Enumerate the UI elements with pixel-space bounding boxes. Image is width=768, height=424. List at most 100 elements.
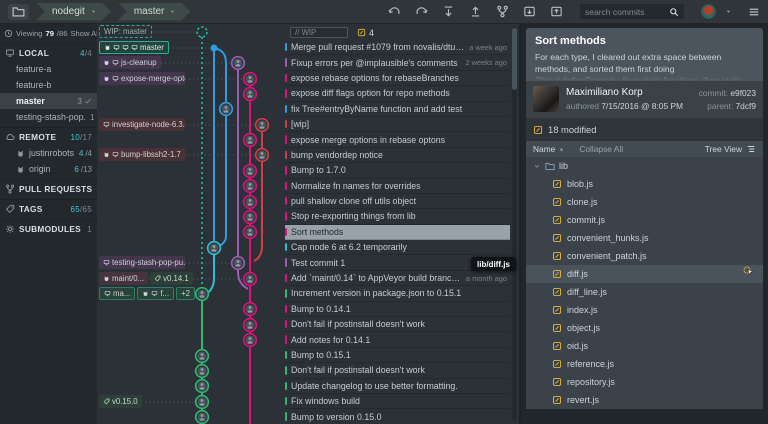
commit-row[interactable]: Bump to 0.14.1 [285, 302, 510, 318]
commit-row[interactable]: expose rebase options for rebaseBranches [285, 71, 510, 87]
tree-file-index-js[interactable]: index.js [526, 301, 763, 319]
commit-row[interactable]: Add notes for 0.14.1 [285, 332, 510, 348]
modified-icon [552, 305, 562, 315]
branch-label-expose-merge-opto-[interactable]: expose-merge-opto.. [99, 72, 185, 85]
pull-icon[interactable] [442, 5, 455, 18]
branch-color-tick [285, 289, 287, 298]
section-header[interactable]: PULL REQUESTS18 [0, 181, 97, 197]
tree-file-revert-js[interactable]: revert.js [526, 391, 763, 409]
viewing-filter[interactable]: Viewing 79/86 Show All [0, 26, 97, 41]
branch-label-bump-libssh2-1-7[interactable]: bump-libssh2-1.7 [99, 148, 185, 161]
tree-file-blob-js[interactable]: blob.js [526, 175, 763, 193]
commit-row[interactable]: Bump to 1.7.0 [285, 163, 510, 179]
sidebar-section-pull-requests: PULL REQUESTS18 [0, 179, 97, 197]
sidebar-item-justinrobots[interactable]: justinrobots 4/4 [0, 145, 97, 161]
tree-file-commit-js[interactable]: commit.js [526, 211, 763, 229]
section-header[interactable]: SUBMODULES 1 [0, 221, 97, 237]
sidebar-item-feature-b[interactable]: feature-b [0, 77, 97, 93]
section-header[interactable]: REMOTE 10/17 [0, 129, 97, 145]
section-header[interactable]: LOCAL 4/4 [0, 45, 97, 61]
commit-row[interactable]: Normalize fn names for overrides [285, 179, 510, 194]
repo-tab[interactable]: nodegit [36, 3, 111, 21]
octocat-icon [143, 291, 148, 296]
branch-label-investigate-node-6-3-[interactable]: investigate-node-6.3... [99, 118, 185, 131]
tree-file-repository-js[interactable]: repository.js [526, 373, 763, 391]
branch-icon[interactable] [496, 5, 509, 18]
tree-file-object-js[interactable]: object.js [526, 319, 763, 337]
sidebar-item-feature-a[interactable]: feature-a [0, 61, 97, 77]
branch-label-f-[interactable]: f... [137, 287, 175, 300]
commit-row[interactable]: bump vendordep notice [285, 148, 510, 164]
branch-label-v0-14-1[interactable]: v0.14.1 [150, 272, 193, 285]
commit-row[interactable]: Add `maint/0.14` to AppVeyor build branc… [285, 271, 510, 287]
branch-label-master[interactable]: master [99, 41, 169, 54]
scrollbar-thumb[interactable] [512, 28, 517, 90]
undo-icon[interactable] [388, 5, 401, 18]
branch-label-js-cleanup[interactable]: js-cleanup [99, 56, 161, 69]
commit-row[interactable]: Bump to version 0.15.0 [285, 409, 510, 424]
commit-message: fix Tree#entryByName function and add te… [291, 103, 463, 114]
branch-tab[interactable]: master [118, 3, 191, 21]
collapse-all-button[interactable]: Collapse All [579, 144, 623, 154]
tree-file-reference-js[interactable]: reference.js [526, 355, 763, 373]
commit-row[interactable]: Update changelog to use better formattin… [285, 379, 510, 394]
chevron-down-icon [169, 8, 176, 15]
commit-row[interactable]: Bump to 0.15.1 [285, 348, 510, 364]
sidebar-item-origin[interactable]: origin 6/13 [0, 161, 97, 177]
parent-sha[interactable]: 7dcf9 [736, 101, 757, 111]
tree-file-clone-js[interactable]: clone.js [526, 193, 763, 211]
commit-row[interactable]: expose merge options in rebase optons [285, 132, 510, 148]
hamburger-menu-icon[interactable] [748, 6, 760, 18]
commit-row[interactable]: expose diff flags option for repo method… [285, 86, 510, 102]
commit-row[interactable]: Don't fail if postinstall doesn't work [285, 363, 510, 379]
wip-message-input[interactable]: // WIP [290, 27, 348, 38]
commit-row[interactable]: Merge pull request #1079 from novalis/dt… [285, 40, 510, 56]
commit-row[interactable]: Stop re-exporting things from lib [285, 209, 510, 225]
commit-row[interactable]: pull shallow clone off utils object [285, 194, 510, 210]
commit-row-selected[interactable]: Sort methods [285, 224, 510, 241]
redo-icon[interactable] [415, 5, 428, 18]
tree-file-convenient-patch-js[interactable]: convenient_patch.js [526, 247, 763, 265]
branch-color-tick [285, 43, 287, 52]
branch-label-ma-[interactable]: ma... [99, 287, 136, 300]
modified-icon [552, 359, 562, 369]
pointer-loading-cursor [743, 266, 753, 276]
sidebar-item-testing-stash-pop-[interactable]: testing-stash-pop. 1 [0, 109, 97, 125]
tree-file-diff-js[interactable]: diff.js [526, 265, 763, 284]
show-all-link[interactable]: Show All [70, 29, 97, 38]
tree-file-oid-js[interactable]: oid.js [526, 337, 763, 355]
commit-row[interactable]: Don't fail if postinstall doesn't work [285, 317, 510, 333]
branch-label-maint-0-[interactable]: maint/0... [99, 272, 149, 285]
profile-caret-icon[interactable] [725, 8, 732, 15]
commit-row[interactable]: fix Tree#entryByName function and add te… [285, 102, 510, 117]
graph-scrollbar[interactable] [512, 27, 517, 421]
commit-row[interactable]: Increment version in package.json to 0.1… [285, 286, 510, 302]
panel-empty-space [526, 409, 763, 424]
commit-row[interactable]: [wip] [285, 117, 510, 133]
tree-file-diff-line-js[interactable]: diff_line.js [526, 283, 763, 301]
branch-label-v0-15-0[interactable]: v0.15.0 [99, 395, 142, 408]
sidebar-item-master[interactable]: master 3 [0, 93, 97, 109]
commit-row[interactable]: Fix windows build [285, 394, 510, 410]
author-avatar[interactable] [533, 86, 559, 112]
wip-file-count[interactable]: 4 [357, 28, 374, 38]
commit-sha[interactable]: e9f023 [730, 88, 756, 98]
pop-stash-icon[interactable] [550, 5, 563, 18]
commit-message: Don't fail if postinstall doesn't work [291, 365, 425, 376]
tree-file-convenient-hunks-js[interactable]: convenient_hunks.js [526, 229, 763, 247]
user-avatar[interactable] [701, 4, 716, 19]
branch-label-testing-stash-pop-pu-[interactable]: testing-stash-pop-pu... [99, 256, 185, 269]
stash-icon[interactable] [523, 5, 536, 18]
commit-row[interactable]: Cap node 6 at 6.2 temporarily [285, 240, 510, 256]
section-header[interactable]: TAGS 65/65 [0, 201, 97, 217]
commit-row[interactable]: Fixup errors per @implausible's comments… [285, 55, 510, 71]
commit-message: Merge pull request #1079 from novalis/dt… [291, 42, 465, 53]
branch-label-wip-master[interactable]: WIP: master [99, 25, 152, 38]
open-repo-button[interactable] [8, 3, 29, 20]
sort-by-name[interactable]: Name [533, 144, 555, 154]
branch-label--2[interactable]: +2 [176, 287, 195, 300]
tree-view-toggle[interactable]: Tree View [705, 144, 756, 154]
search-commits-input[interactable]: search commits [580, 4, 684, 19]
tree-folder-lib[interactable]: lib [526, 157, 763, 175]
push-icon[interactable] [469, 5, 482, 18]
